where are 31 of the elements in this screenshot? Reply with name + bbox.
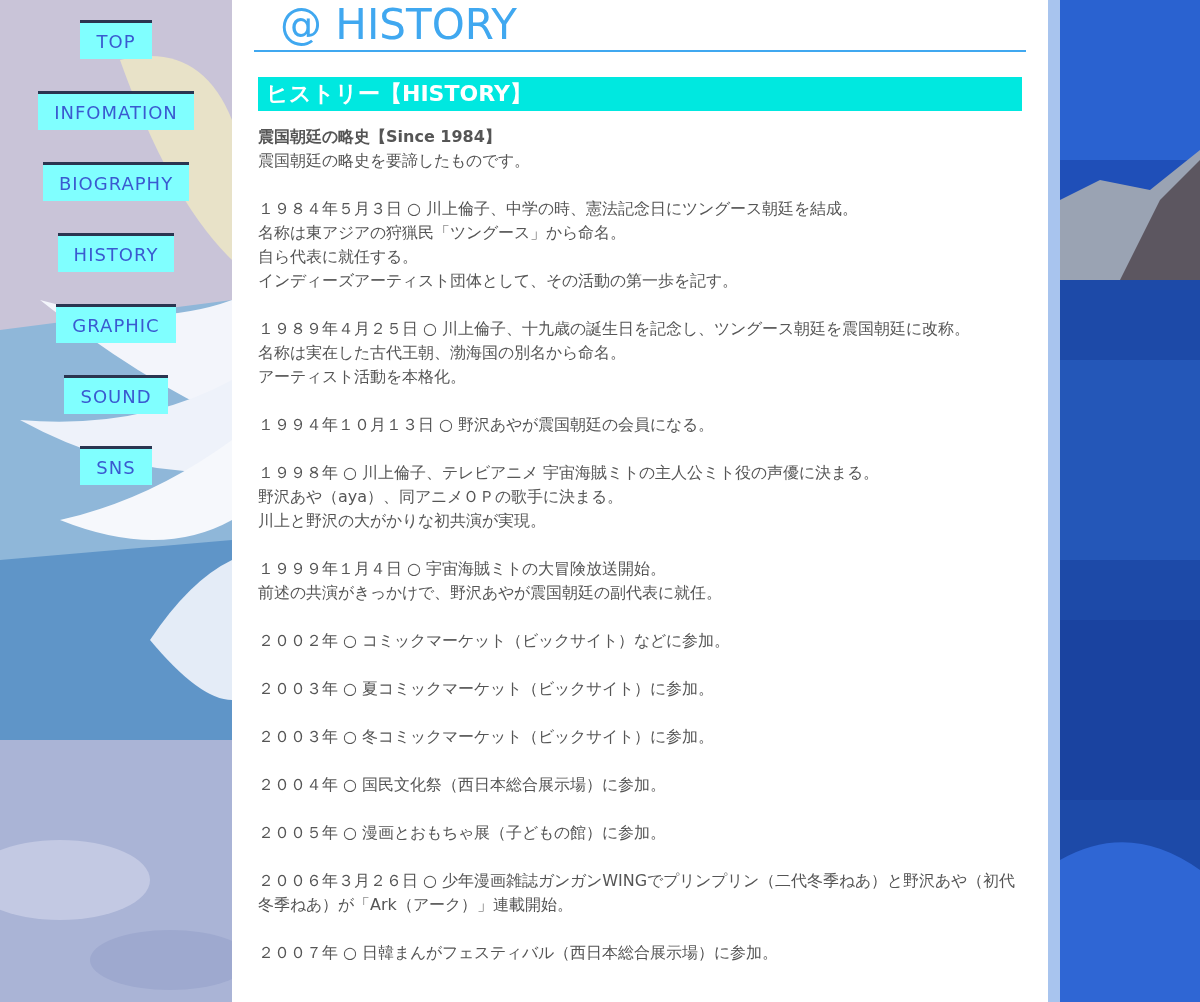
history-line: ２００７年 ○ 日韓まんがフェスティバル（西日本総合展示場）に参加。 — [258, 942, 780, 964]
history-line: ２００３年 ○ 冬コミックマーケット（ビックサイト）に参加。 — [258, 726, 716, 748]
history-line: アーティスト活動を本格化。 — [258, 366, 467, 388]
history-line: 野沢あや（aya）、同アニメＯＰの歌手に決まる。 — [258, 486, 625, 508]
nav-button[interactable]: GRAPHIC — [56, 304, 176, 343]
history-line: 川上と野沢の大がかりな初共演が実現。 — [258, 510, 547, 532]
history-line: 自ら代表に就任する。 — [258, 246, 419, 268]
history-line: １９９９年１月４日 ○ 宇宙海賊ミトの大冒険放送開始。 — [258, 558, 668, 580]
history-line: ２００５年 ○ 漫画とおもちゃ展（子どもの館）に参加。 — [258, 822, 668, 844]
nav-button[interactable]: SNS — [80, 446, 152, 485]
section-heading: ヒストリー【HISTORY】 — [258, 77, 1022, 111]
history-line: １９８９年４月２５日 ○ 川上倫子、十九歳の誕生日を記念し、ツングース朝廷を震国朝廷に改称。 — [258, 318, 972, 340]
nav-button[interactable]: HISTORY — [57, 233, 175, 272]
history-line: １９９８年 ○ 川上倫子、テレビアニメ 宇宙海賊ミトの主人公ミト役の声優に決まる。 — [258, 462, 881, 484]
nav-button[interactable]: TOP — [80, 20, 152, 59]
nav-button[interactable]: BIOGRAPHY — [42, 162, 190, 201]
history-line: 名称は実在した古代王朝、渤海国の別名から命名。 — [258, 342, 627, 364]
history-line: ２００３年 ○ 夏コミックマーケット（ビックサイト）に参加。 — [258, 678, 716, 700]
page-title: @ HISTORY — [254, 0, 1026, 52]
intro-title: 震国朝廷の略史【Since 1984】 — [258, 126, 502, 148]
history-line: １９９４年１０月１３日 ○ 野沢あやが震国朝廷の会員になる。 — [258, 414, 716, 436]
intro-text: 震国朝廷の略史を要諦したものです。 — [258, 150, 531, 172]
history-line: インディーズアーティスト団体として、その活動の第一歩を記す。 — [258, 270, 739, 292]
nav-button[interactable]: SOUND — [64, 375, 168, 414]
history-line: 名称は東アジアの狩猟民「ツングース」から命名。 — [258, 222, 627, 244]
history-line: ２００４年 ○ 国民文化祭（西日本総合展示場）に参加。 — [258, 774, 668, 796]
history-line: ２００２年 ○ コミックマーケット（ビックサイト）などに参加。 — [258, 630, 732, 652]
history-line: １９８４年５月３日 ○ 川上倫子、中学の時、憲法記念日にツングース朝廷を結成。 — [258, 198, 860, 220]
history-line: 前述の共演がきっかけで、野沢あやが震国朝廷の副代表に就任。 — [258, 582, 723, 604]
nav-button[interactable]: INFOMATION — [38, 91, 194, 130]
history-line: ２００６年３月２６日 ○ 少年漫画雑誌ガンガンWINGでプリンプリン（二代冬季ねあ）と野沢あや（初代冬季ねあ）が「Ark（アーク）」連載開始。 — [258, 870, 1017, 916]
